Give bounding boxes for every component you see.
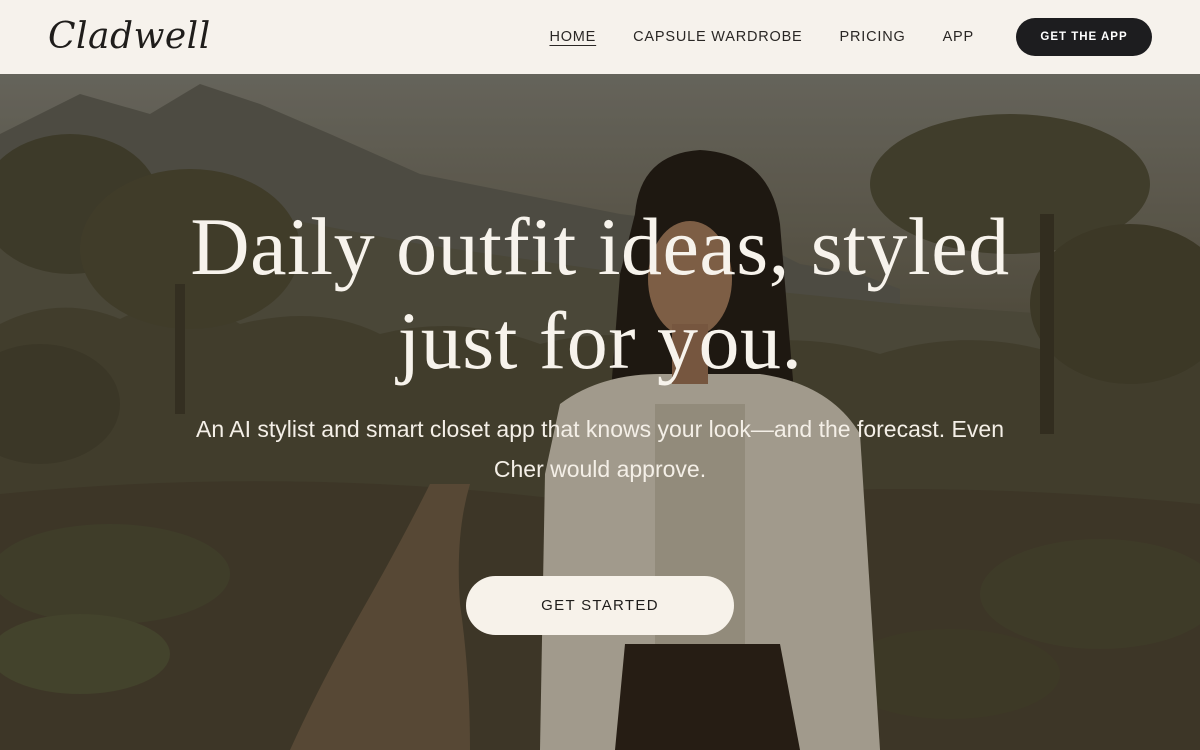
hero-subhead-line-1: An AI stylist and smart closet app that … (196, 416, 1004, 442)
nav-app[interactable]: APP (943, 29, 974, 45)
nav-home[interactable]: HOME (549, 29, 596, 45)
nav-capsule-wardrobe[interactable]: CAPSULE WARDROBE (633, 29, 802, 45)
hero-headline-line-1: Daily outfit ideas, styled (190, 201, 1010, 292)
hero-subhead: An AI stylist and smart closet app that … (150, 409, 1050, 489)
hero-headline-line-2: just for you. (397, 295, 803, 386)
main-nav: HOME CAPSULE WARDROBE PRICING APP GET TH… (512, 18, 1152, 56)
hero-subhead-line-2: Cher would approve. (493, 456, 707, 482)
nav-pricing[interactable]: PRICING (840, 29, 906, 45)
hero-section: Daily outfit ideas, styled just for you.… (0, 74, 1200, 750)
get-started-button[interactable]: GET STARTED (466, 576, 734, 635)
hero-headline: Daily outfit ideas, styled just for you. (0, 200, 1200, 388)
site-header: Cladwell HOME CAPSULE WARDROBE PRICING A… (0, 0, 1200, 74)
cladwell-logo[interactable]: Cladwell (48, 19, 211, 55)
get-the-app-button[interactable]: GET THE APP (1016, 18, 1152, 56)
